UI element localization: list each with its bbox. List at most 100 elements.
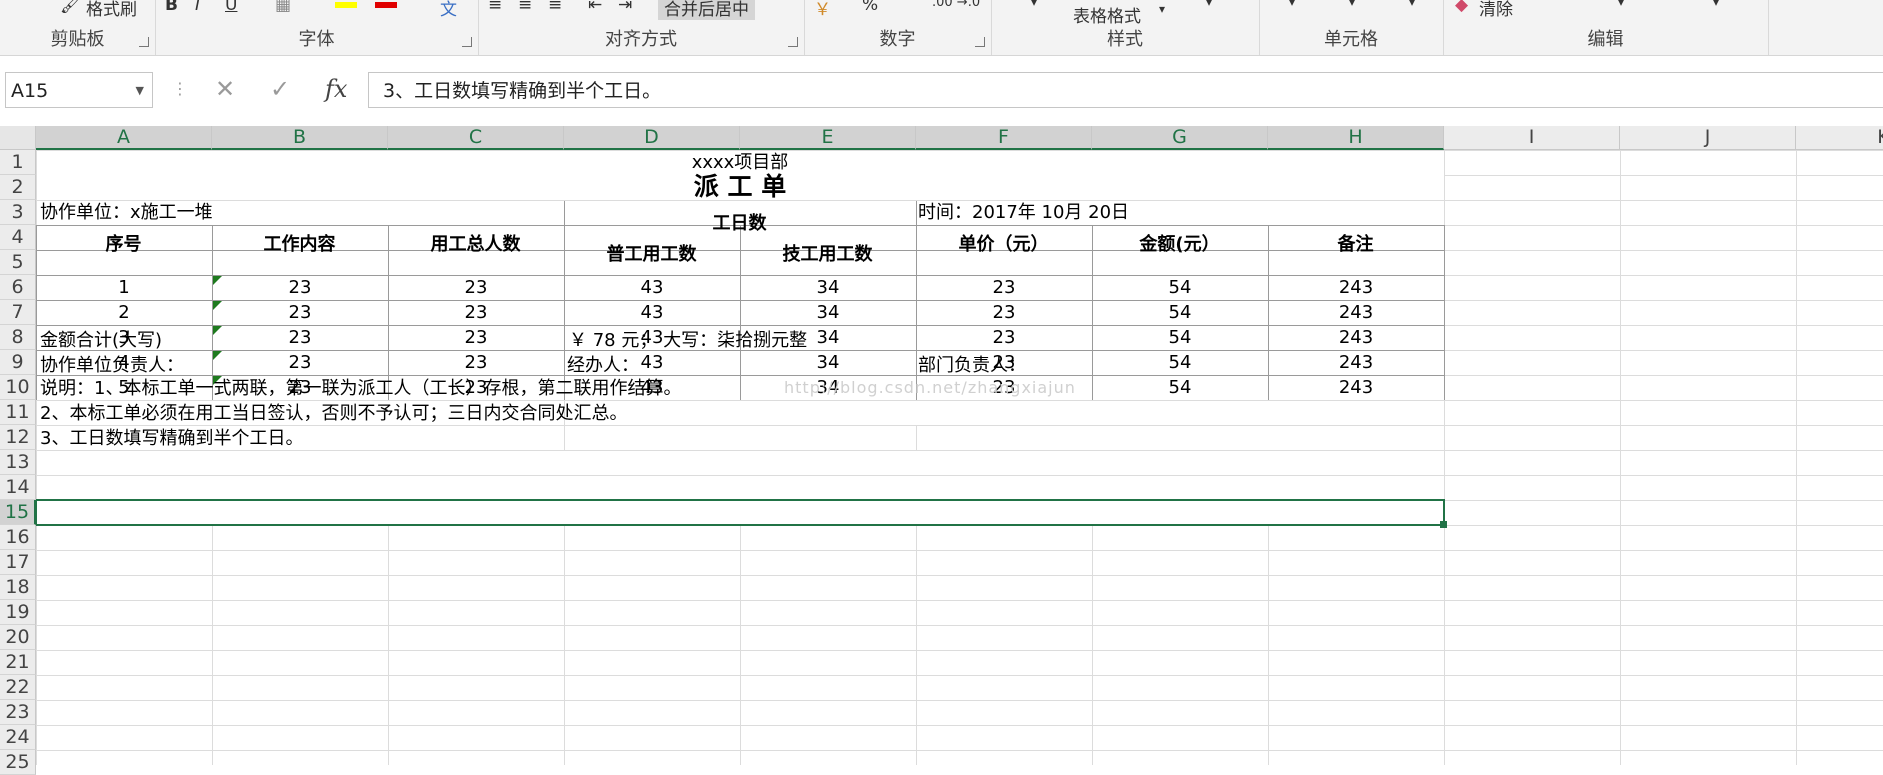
- formula-input[interactable]: 3、工日数填写精确到半个工日。: [368, 72, 1883, 108]
- data-cell[interactable]: 34: [740, 300, 916, 325]
- unit-leader-label[interactable]: 协作单位负责人：: [40, 353, 184, 378]
- row-header-8[interactable]: 8: [0, 325, 36, 350]
- chevron-down-icon[interactable]: ▾: [1031, 0, 1037, 9]
- header-remark[interactable]: 备注: [1268, 232, 1443, 257]
- data-cell[interactable]: 1: [36, 275, 212, 300]
- data-cell[interactable]: 23: [916, 275, 1092, 300]
- confirm-icon[interactable]: ✓: [270, 75, 290, 103]
- alignment-launcher-icon[interactable]: [788, 37, 798, 47]
- column-header-b[interactable]: B: [212, 126, 388, 150]
- currency-icon[interactable]: ￥: [814, 0, 831, 20]
- row-header-12[interactable]: 12: [0, 425, 36, 450]
- sheet-title[interactable]: 派 工 单: [36, 173, 1444, 201]
- header-content[interactable]: 工作内容: [212, 232, 387, 257]
- data-cell[interactable]: 243: [1268, 350, 1444, 375]
- column-header-h[interactable]: H: [1268, 126, 1444, 150]
- row-header-17[interactable]: 17: [0, 550, 36, 575]
- column-header-f[interactable]: F: [916, 126, 1092, 150]
- data-cell[interactable]: 23: [212, 325, 388, 350]
- percent-button[interactable]: %: [862, 0, 878, 15]
- data-cell[interactable]: 34: [740, 275, 916, 300]
- insert-function-icon[interactable]: fx: [325, 75, 347, 103]
- row-header-22[interactable]: 22: [0, 675, 36, 700]
- total-label[interactable]: 金额合计(大写): [40, 328, 162, 353]
- row-header-24[interactable]: 24: [0, 725, 36, 750]
- merge-center-button[interactable]: 合并后居中: [658, 0, 755, 20]
- row-header-15[interactable]: 15: [0, 500, 36, 525]
- phonetic-icon[interactable]: 文: [440, 0, 457, 20]
- data-cell[interactable]: 43: [564, 300, 740, 325]
- column-header-d[interactable]: D: [564, 126, 740, 150]
- row-header-3[interactable]: 3: [0, 200, 36, 225]
- handler-label[interactable]: 经办人：: [567, 353, 639, 378]
- row-header-9[interactable]: 9: [0, 350, 36, 375]
- italic-icon[interactable]: I: [195, 0, 200, 15]
- header-price[interactable]: 单价（元）: [916, 232, 1091, 257]
- note-3[interactable]: 3、工日数填写精确到半个工日。: [40, 426, 303, 451]
- total-value[interactable]: ￥ 78 元； 大写：柒拾捌元整: [569, 328, 807, 353]
- data-cell[interactable]: 23: [916, 300, 1092, 325]
- chevron-down-icon[interactable]: ▾: [1289, 0, 1295, 9]
- dept-leader-label[interactable]: 部门负责人：: [918, 353, 1026, 378]
- header-seq[interactable]: 序号: [36, 232, 211, 257]
- clear-button[interactable]: 清除: [1479, 0, 1513, 20]
- font-launcher-icon[interactable]: [462, 37, 472, 47]
- column-header-c[interactable]: C: [388, 126, 564, 150]
- format-painter-button[interactable]: 格式刷: [86, 0, 137, 20]
- underline-icon[interactable]: U: [225, 0, 237, 15]
- data-cell[interactable]: 23: [212, 350, 388, 375]
- data-cell[interactable]: 34: [740, 350, 916, 375]
- header-total[interactable]: 用工总人数: [388, 232, 563, 257]
- data-cell[interactable]: 43: [564, 275, 740, 300]
- data-cell[interactable]: 23: [388, 300, 564, 325]
- row-header-21[interactable]: 21: [0, 650, 36, 675]
- error-indicator-icon[interactable]: [213, 301, 222, 310]
- row-header-13[interactable]: 13: [0, 450, 36, 475]
- data-cell[interactable]: 54: [1092, 275, 1268, 300]
- data-cell[interactable]: 54: [1092, 300, 1268, 325]
- data-cell[interactable]: 23: [916, 325, 1092, 350]
- column-header-a[interactable]: A: [36, 126, 212, 150]
- row-header-6[interactable]: 6: [0, 275, 36, 300]
- row-header-4[interactable]: 4: [0, 225, 36, 250]
- data-cell[interactable]: 54: [1092, 325, 1268, 350]
- row-header-25[interactable]: 25: [0, 750, 36, 775]
- row-header-5[interactable]: 5: [0, 250, 36, 275]
- column-header-k[interactable]: K: [1796, 126, 1883, 150]
- chevron-down-icon[interactable]: ▾: [1618, 0, 1624, 9]
- data-cell[interactable]: 23: [388, 350, 564, 375]
- brush-icon[interactable]: 🖌: [60, 0, 82, 15]
- decrease-indent-icon[interactable]: ⇤: [588, 0, 602, 15]
- data-cell[interactable]: 243: [1268, 300, 1444, 325]
- row-header-7[interactable]: 7: [0, 300, 36, 325]
- data-cell[interactable]: 243: [1268, 375, 1444, 400]
- row-header-18[interactable]: 18: [0, 575, 36, 600]
- time-label[interactable]: 时间：2017年 10月 20日: [918, 200, 1129, 225]
- chevron-down-icon[interactable]: ▾: [1409, 0, 1415, 9]
- row-header-19[interactable]: 19: [0, 600, 36, 625]
- column-header-j[interactable]: J: [1620, 126, 1796, 150]
- data-cell[interactable]: 23: [388, 275, 564, 300]
- chevron-down-icon[interactable]: ▾: [1349, 0, 1355, 9]
- row-header-23[interactable]: 23: [0, 700, 36, 725]
- error-indicator-icon[interactable]: [213, 276, 222, 285]
- data-cell[interactable]: 23: [388, 325, 564, 350]
- data-cell[interactable]: 23: [212, 300, 388, 325]
- worksheet[interactable]: ABCDEFGHIJK 1234567891011121314151617181…: [0, 126, 1883, 775]
- row-header-1[interactable]: 1: [0, 150, 36, 175]
- note-1[interactable]: 说明：1、本标工单一式两联，第一联为派工人（工长）存根，第二联用作结算。: [40, 376, 681, 401]
- column-header-g[interactable]: G: [1092, 126, 1268, 150]
- cancel-icon[interactable]: ✕: [215, 75, 235, 103]
- header-days[interactable]: 工日数: [564, 211, 915, 236]
- row-header-11[interactable]: 11: [0, 400, 36, 425]
- align-center-icon[interactable]: ≡: [518, 0, 532, 15]
- column-header-e[interactable]: E: [740, 126, 916, 150]
- select-all-corner[interactable]: [0, 126, 36, 150]
- data-cell[interactable]: 23: [212, 275, 388, 300]
- border-icon[interactable]: ▦: [275, 0, 291, 15]
- header-amount[interactable]: 金额(元）: [1092, 232, 1267, 257]
- decimal-icon[interactable]: .00 →.0: [932, 0, 980, 10]
- row-header-14[interactable]: 14: [0, 475, 36, 500]
- clipboard-launcher-icon[interactable]: [139, 37, 149, 47]
- data-cell[interactable]: 2: [36, 300, 212, 325]
